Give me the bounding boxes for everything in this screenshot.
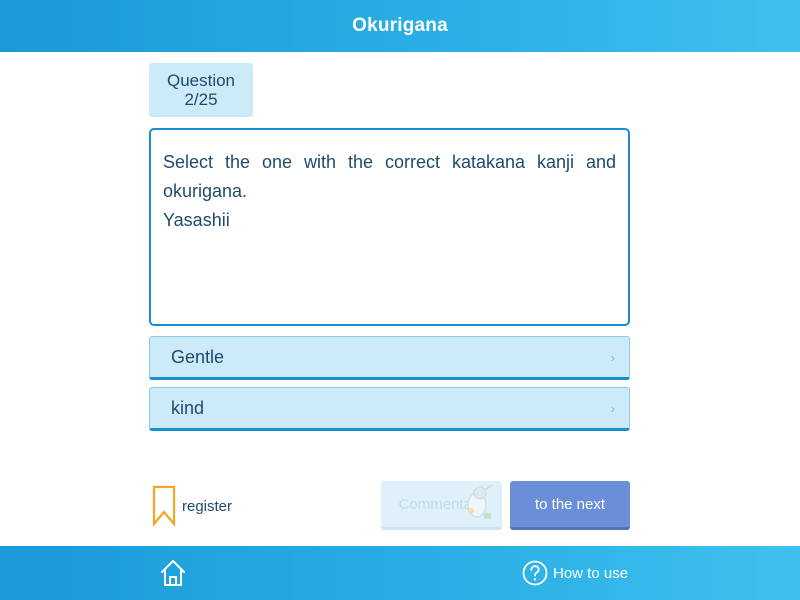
page-title: Okurigana bbox=[352, 15, 448, 36]
commentary-button[interactable]: Commentary bbox=[381, 481, 502, 530]
bookmark-icon bbox=[152, 485, 176, 527]
next-button-label: to the next bbox=[534, 495, 606, 513]
mascot-icon bbox=[467, 484, 493, 519]
question-text: Select the one with the correct katakana… bbox=[163, 152, 616, 201]
answer-option-label: kind bbox=[171, 397, 205, 418]
question-counter-value: 2/25 bbox=[184, 90, 218, 109]
register-label: register bbox=[182, 497, 233, 515]
how-to-use-button[interactable]: How to use bbox=[522, 558, 628, 588]
question-counter-badge: Question 2/25 bbox=[149, 63, 253, 117]
register-bookmark-button[interactable]: register bbox=[152, 485, 232, 527]
answer-option-2[interactable]: kind › bbox=[149, 387, 630, 431]
question-box: Select the one with the correct katakana… bbox=[149, 128, 630, 326]
chevron-right-icon: › bbox=[610, 400, 615, 416]
home-icon bbox=[161, 560, 185, 586]
answer-option-label: Gentle bbox=[171, 346, 225, 367]
question-circle-icon bbox=[522, 560, 548, 586]
how-to-use-label: How to use bbox=[553, 564, 629, 582]
next-question-button[interactable]: to the next bbox=[510, 481, 630, 530]
question-counter-label: Question bbox=[166, 71, 236, 90]
footer-bar: How to use bbox=[0, 546, 800, 600]
header-bar: Okurigana bbox=[0, 0, 800, 52]
chevron-right-icon: › bbox=[610, 349, 615, 365]
answer-option-1[interactable]: Gentle › bbox=[149, 336, 630, 380]
question-word: Yasashii bbox=[163, 210, 230, 230]
home-button[interactable] bbox=[159, 558, 187, 588]
